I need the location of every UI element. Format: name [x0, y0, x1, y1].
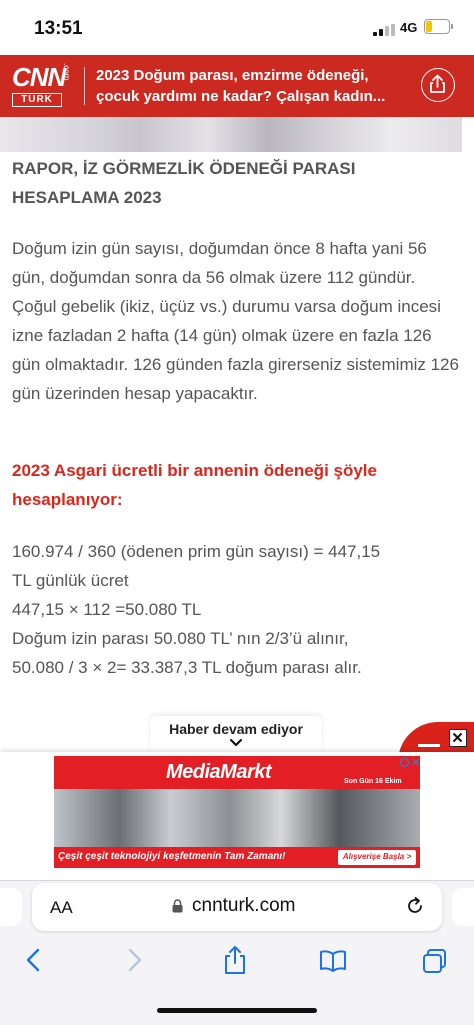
header-title-line-2: çocuk yardımı ne kadar? Çalışan kadın... — [96, 88, 386, 105]
tabs-icon[interactable] — [420, 944, 450, 976]
article-paragraph: Doğum izin gün sayısı, doğumdan önce 8 h… — [12, 239, 459, 403]
battery-icon — [424, 19, 453, 34]
bookmarks-icon[interactable] — [318, 944, 348, 976]
ad-brand-logo: MediaMarkt — [166, 761, 272, 783]
next-tab-peek[interactable] — [452, 888, 474, 926]
status-bar: 13:51 4G — [0, 0, 474, 55]
logo-turk: TÜRK — [12, 93, 62, 107]
share-icon — [430, 74, 445, 93]
section-heading: RAPOR, İZ GÖRMEZLİK ÖDENEĞİ PARASI HESAP… — [12, 159, 356, 207]
close-icon — [452, 732, 463, 743]
cnnturk-logo[interactable]: CNN .com TÜRK — [10, 62, 74, 110]
lock-icon — [172, 899, 183, 913]
header-article-title[interactable]: 2023 Doğum parası, emzirme ödeneği, çocu… — [96, 65, 396, 107]
address-bar[interactable]: AA cnnturk.com — [32, 883, 442, 931]
calc-line: TL günlük ücret — [12, 571, 129, 590]
ad-banner[interactable]: MediaMarkt Son Gün 16 Ekim ✕ Çeşit çeşit… — [54, 756, 420, 868]
home-indicator — [157, 1008, 317, 1013]
status-time: 13:51 — [34, 18, 83, 39]
share-sheet-icon[interactable] — [220, 944, 250, 976]
calc-line: Doğum izin parası 50.080 TL’ nın 2/3’ü a… — [12, 629, 349, 648]
share-button[interactable] — [421, 68, 455, 102]
minus-icon — [418, 744, 440, 747]
calc-line: 50.080 / 3 × 2= 33.387,3 TL doğum parası… — [12, 658, 362, 677]
header-title-line-1: 2023 Doğum parası, emzirme ödeneği, — [96, 67, 369, 84]
reload-icon[interactable] — [404, 895, 426, 917]
site-header: CNN .com TÜRK 2023 Doğum parası, emzirme… — [0, 55, 474, 117]
ad-slogan: Çeşit çeşit teknolojiyi keşfetmenin Tam … — [58, 851, 286, 862]
aa-label: AA — [50, 898, 73, 917]
ad-x-icon[interactable]: ✕ — [411, 756, 420, 769]
calc-line: 447,15 × 112 =50.080 TL — [12, 600, 202, 619]
calculation-heading: 2023 Asgari ücretli bir annenin ödeneği … — [12, 461, 377, 509]
ad-bottom-bar: Çeşit çeşit teknolojiyi keşfetmenin Tam … — [54, 847, 420, 868]
ad-image — [54, 789, 420, 847]
continue-reading-label: Haber devam ediyor — [169, 721, 303, 737]
chevron-down-icon — [230, 739, 242, 747]
calculation-block: 160.974 / 360 (ödenen prim gün sayısı) =… — [12, 537, 462, 682]
logo-cnn: CNN — [12, 62, 66, 92]
header-divider — [84, 67, 85, 105]
ad-cta-label: Alışverişe Başla > — [342, 852, 412, 861]
ad-top-bar: MediaMarkt Son Gün 16 Ekim ✕ — [54, 756, 420, 789]
network-label: 4G — [400, 20, 418, 35]
forward-icon[interactable] — [120, 944, 150, 976]
article-image — [0, 117, 462, 152]
url-text: cnnturk.com — [192, 895, 296, 916]
previous-tab-peek[interactable] — [0, 888, 22, 926]
ad-cta-button[interactable]: Alışverişe Başla > — [338, 850, 416, 865]
back-icon[interactable] — [18, 944, 48, 976]
ad-info-icon[interactable] — [400, 758, 409, 767]
ad-date-note: Son Gün 16 Ekim — [344, 778, 402, 785]
continue-reading-button[interactable]: Haber devam ediyor — [150, 716, 322, 752]
calc-line: 160.974 / 360 (ödenen prim gün sayısı) =… — [12, 542, 381, 561]
ad-close-button[interactable] — [449, 729, 467, 747]
reader-settings-button[interactable]: AA — [50, 898, 73, 918]
signal-icon — [373, 24, 395, 36]
logo-com: .com — [62, 63, 71, 81]
